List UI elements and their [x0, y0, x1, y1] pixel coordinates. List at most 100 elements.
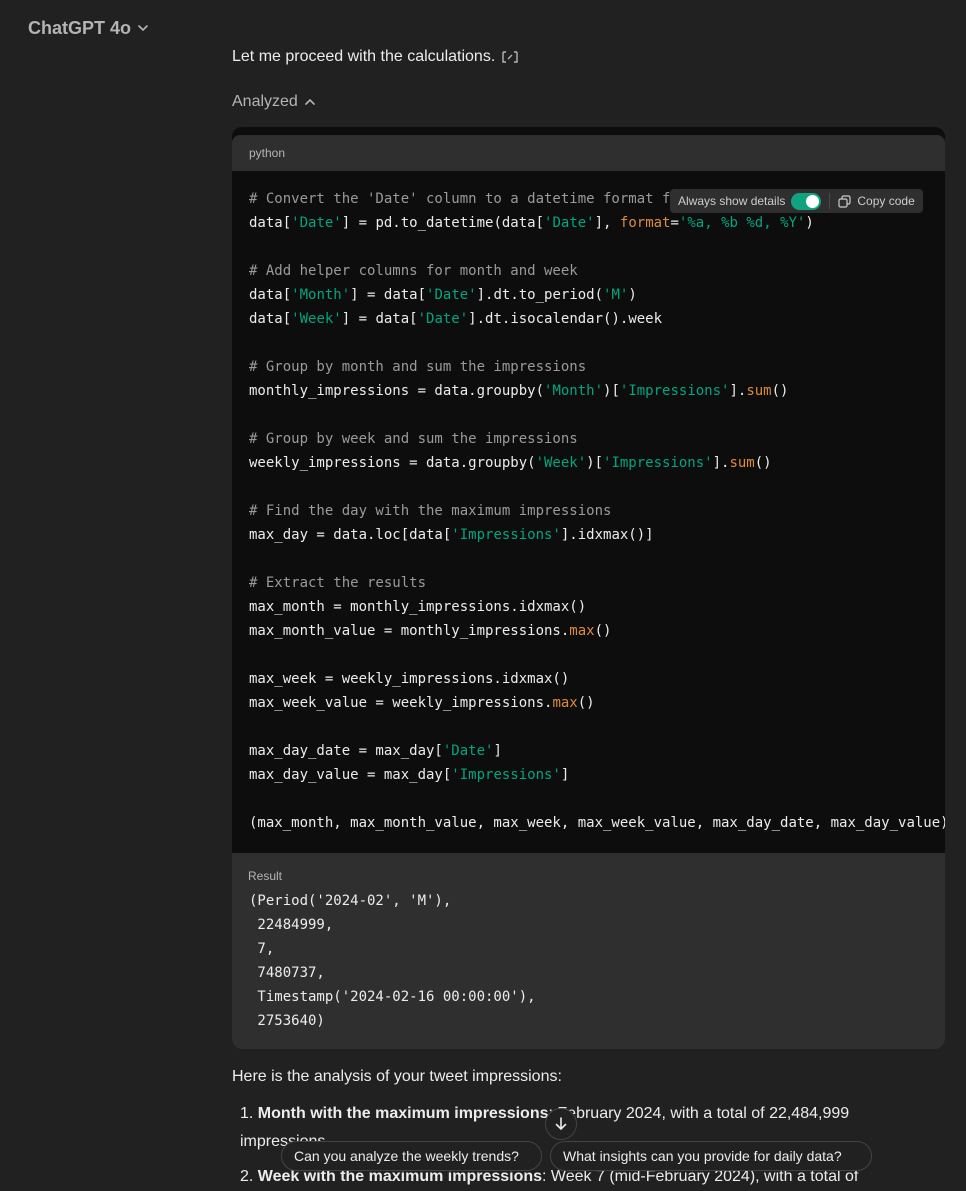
list-number: 2.	[240, 1168, 254, 1185]
code-token: 'Date'	[442, 743, 494, 759]
code-token: ] = data[	[350, 287, 427, 303]
code-token: max_day_date = max_day[	[249, 743, 443, 759]
code-token: ()	[577, 695, 595, 711]
code-token: '%a, %b %d, %Y'	[678, 215, 806, 231]
code-token: sum	[729, 455, 755, 471]
code-line: data['Month'] = data['Date'].dt.to_perio…	[249, 287, 637, 303]
intro-text: Let me proceed with the calculations.	[232, 48, 496, 65]
code-line: max_week_value = weekly_impressions.max(…	[249, 695, 595, 711]
code-line: max_day = data.loc[data['Impressions'].i…	[249, 527, 654, 543]
code-token: # Group by week and sum the impressions	[249, 431, 578, 447]
code-token: 'Date'	[291, 215, 342, 231]
code-token: )	[628, 287, 637, 303]
code-line: # Add helper columns for month and week	[249, 263, 578, 279]
toggle-knob	[806, 194, 820, 208]
code-token: )[	[603, 383, 620, 399]
model-name: ChatGPT 4o	[28, 17, 132, 38]
scroll-to-bottom-button[interactable]	[545, 1108, 577, 1140]
always-show-details-label: Always show details	[678, 194, 786, 208]
code-token: # Convert the 'Date' column to a datetim…	[249, 191, 671, 207]
citation-icon[interactable]	[501, 50, 519, 64]
list-bold: Month with the maximum impressions	[257, 1105, 549, 1122]
code-token: ].idxmax()]	[560, 527, 654, 543]
code-line: monthly_impressions = data.groupby('Mont…	[249, 383, 788, 399]
code-token: ()	[594, 623, 612, 639]
result-label: Result	[248, 869, 283, 883]
code-token: max_month = monthly_impressions.idxmax()	[249, 599, 587, 615]
result-text: (Period('2024-02', 'M'), 22484999, 7, 74…	[249, 893, 536, 1029]
code-token: ]	[493, 743, 502, 759]
code-token: ] = data[	[341, 311, 418, 327]
code-token: 'Date'	[426, 287, 477, 303]
code-token: 'Impressions'	[619, 383, 730, 399]
code-token: ()	[771, 383, 789, 399]
code-token: 'Month'	[544, 383, 604, 399]
code-token: max	[569, 623, 595, 639]
code-token: data[	[249, 311, 292, 327]
suggestion-weekly-trends[interactable]: Can you analyze the weekly trends?	[281, 1141, 542, 1171]
code-token: ].	[729, 383, 747, 399]
code-token: ].dt.isocalendar().week	[468, 311, 663, 327]
copy-code-button[interactable]: Copy code	[830, 189, 922, 213]
result-panel: Result (Period('2024-02', 'M'), 22484999…	[232, 853, 945, 1049]
suggestion-daily-data[interactable]: What insights can you provide for daily …	[550, 1141, 872, 1171]
code-token: # Group by month and sum the impressions	[249, 359, 587, 375]
list-number: 1.	[240, 1105, 254, 1122]
code-line: # Group by month and sum the impressions	[249, 359, 586, 375]
code-header: python	[232, 135, 945, 171]
code-line: max_week = weekly_impressions.idxmax()	[249, 671, 569, 687]
code-token: # Extract the results	[249, 575, 427, 591]
chevron-up-icon	[305, 98, 315, 105]
code-line: max_month = monthly_impressions.idxmax()	[249, 599, 586, 615]
code-token: max_day_value = max_day[	[249, 767, 452, 783]
code-token: 'Week'	[535, 455, 587, 471]
code-token: max	[552, 695, 578, 711]
code-line: weekly_impressions = data.groupby('Week'…	[249, 455, 772, 471]
code-token: sum	[746, 383, 772, 399]
analysis-summary: Here is the analysis of your tweet impre…	[232, 1068, 562, 1085]
code-line: max_day_value = max_day['Impressions']	[249, 767, 569, 783]
code-token: format	[619, 215, 671, 231]
code-token: 'Date'	[417, 311, 469, 327]
code-line: # Extract the results	[249, 575, 426, 591]
code-token: ()	[754, 455, 772, 471]
code-token: 'Date'	[544, 215, 595, 231]
code-token: 'Impressions'	[603, 455, 713, 471]
code-token: # Find the day with the maximum impressi…	[249, 503, 612, 519]
chevron-down-icon	[138, 25, 148, 32]
code-line: (max_month, max_month_value, max_week, m…	[249, 815, 945, 831]
code-token: ]	[560, 767, 570, 783]
code-line: max_month_value = monthly_impressions.ma…	[249, 623, 611, 639]
code-token: max_month_value = monthly_impressions.	[249, 623, 570, 639]
code-token: 'Impressions'	[451, 767, 561, 783]
code-token: ] = pd.to_datetime(data[	[341, 215, 545, 231]
model-selector[interactable]: ChatGPT 4o	[28, 16, 149, 40]
code-token: ].	[712, 455, 730, 471]
code-token: max_week_value = weekly_impressions.	[249, 695, 553, 711]
code-token: max_day = data.loc[data[	[249, 527, 452, 543]
assistant-intro: Let me proceed with the calculations.	[232, 48, 519, 66]
code-token: (max_month, max_month_value, max_week, m…	[249, 815, 945, 831]
code-line: max_day_date = max_day['Date']	[249, 743, 502, 759]
code-block: python # Convert the 'Date' column to a …	[232, 127, 945, 1049]
code-token: ],	[594, 215, 620, 231]
code-token: data[	[249, 287, 292, 303]
copy-code-label: Copy code	[857, 194, 915, 208]
copy-icon	[838, 194, 851, 208]
code-token: 'M'	[603, 287, 629, 303]
analyzed-label: Analyzed	[232, 93, 298, 110]
always-show-details[interactable]: Always show details	[670, 189, 829, 213]
code-token: 'Impressions'	[451, 527, 561, 543]
code-line: # Find the day with the maximum impressi…	[249, 503, 611, 519]
arrow-down-icon	[555, 1117, 567, 1131]
code-toolbar: Always show details Copy code	[670, 189, 923, 213]
code-token: data[	[249, 215, 292, 231]
code-token: 'Week'	[291, 311, 342, 327]
code-token: weekly_impressions = data.groupby(	[249, 455, 536, 471]
code-token: max_week = weekly_impressions.idxmax()	[249, 671, 570, 687]
code-line: # Convert the 'Date' column to a datetim…	[249, 191, 670, 207]
analyzed-toggle[interactable]: Analyzed	[232, 93, 316, 111]
always-show-details-toggle[interactable]	[791, 192, 822, 210]
code-token: 'Month'	[291, 287, 351, 303]
code-token: ].dt.to_period(	[476, 287, 604, 303]
